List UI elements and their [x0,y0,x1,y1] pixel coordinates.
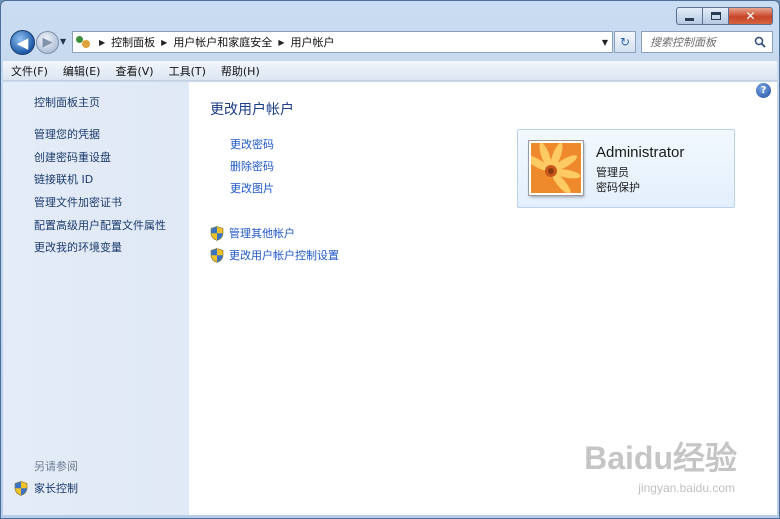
change-password-link[interactable]: 更改密码 [230,136,274,152]
uac-shield-icon [210,225,224,241]
breadcrumb-user-accounts-family-safety[interactable]: 用户帐户和家庭安全 [173,34,272,50]
sidebar-advanced-profile-properties[interactable]: 配置高级用户配置文件属性 [34,217,166,233]
parental-controls-link[interactable]: 家长控制 [14,480,78,496]
address-dropdown-icon[interactable]: ▼ [602,38,608,47]
recent-pages-dropdown-icon[interactable]: ▼ [60,37,66,46]
sidebar-create-reset-disk[interactable]: 创建密码重设盘 [34,149,111,165]
watermark-brand: Baidu经验 [584,440,737,476]
menu-file[interactable]: 文件(F) [3,63,55,79]
control-panel-window: ✕ ◀ ▶ ▼ ▶ 控制面板 ▶ 用户帐户和家庭安全 ▶ 用户帐户 ▼ ↻ 搜索… [0,0,780,519]
account-card: Administrator 管理员 密码保护 [517,129,735,208]
uac-settings-link[interactable]: 更改用户帐户控制设置 [210,247,339,263]
remove-password-link[interactable]: 删除密码 [230,158,274,174]
sidebar-manage-credentials[interactable]: 管理您的凭据 [34,126,100,142]
page-title: 更改用户帐户 [210,102,294,118]
minimize-button[interactable] [676,7,703,25]
caption-buttons: ✕ [676,7,773,25]
parental-controls-label: 家长控制 [34,482,78,495]
watermark-url: jingyan.baidu.com [638,481,735,495]
minimize-icon [685,17,694,21]
maximize-button[interactable] [703,7,729,25]
maximize-icon [710,12,721,20]
change-picture-link[interactable]: 更改图片 [230,180,274,196]
breadcrumb-control-panel[interactable]: 控制面板 [111,34,155,50]
menu-bar: 文件(F) 编辑(E) 查看(V) 工具(T) 帮助(H) [3,61,777,81]
account-role: 管理员 [596,166,629,179]
uac-settings-label: 更改用户帐户控制设置 [229,249,339,262]
back-button[interactable]: ◀ [10,30,35,55]
search-icon[interactable] [754,36,766,48]
sidebar-change-environment-variables[interactable]: 更改我的环境变量 [34,239,122,255]
navigation-bar: ◀ ▶ ▼ ▶ 控制面板 ▶ 用户帐户和家庭安全 ▶ 用户帐户 ▼ ↻ [1,28,779,58]
breadcrumb-user-accounts[interactable]: 用户帐户 [290,34,334,50]
manage-other-accounts-label: 管理其他帐户 [229,227,295,240]
search-box[interactable] [641,31,773,53]
uac-shield-icon [14,480,28,496]
sidebar-link-online-id[interactable]: 链接联机 ID [34,171,93,187]
sidebar-control-panel-home[interactable]: 控制面板主页 [34,94,100,110]
refresh-button[interactable]: ↻ [614,31,636,53]
main-content: ? 更改用户帐户 更改密码 删除密码 更改图片 管理其他帐户 更改用户帐户控制设… [189,82,777,515]
sidebar-manage-encryption-certs[interactable]: 管理文件加密证书 [34,194,122,210]
back-arrow-icon: ◀ [16,33,29,52]
search-input[interactable] [650,35,750,49]
close-icon: ✕ [745,9,756,23]
flower-picture-icon [531,143,581,193]
breadcrumb-separator-icon[interactable]: ▶ [161,38,167,47]
uac-shield-icon [210,247,224,263]
forward-button[interactable]: ▶ [36,31,59,54]
breadcrumb-separator-icon[interactable]: ▶ [99,38,105,47]
menu-help[interactable]: 帮助(H) [213,63,267,79]
address-bar[interactable]: ▶ 控制面板 ▶ 用户帐户和家庭安全 ▶ 用户帐户 ▼ [72,31,613,53]
breadcrumb-separator-icon[interactable]: ▶ [278,38,284,47]
menu-tools[interactable]: 工具(T) [161,63,213,79]
avatar [529,141,583,195]
help-icon[interactable]: ? [756,83,771,98]
forward-arrow-icon: ▶ [42,35,53,50]
see-also-heading: 另请参阅 [34,460,78,473]
refresh-icon: ↻ [619,35,631,49]
account-name: Administrator [596,144,685,161]
menu-view[interactable]: 查看(V) [107,63,160,79]
task-sidebar: 控制面板主页 管理您的凭据 创建密码重设盘 链接联机 ID 管理文件加密证书 配… [3,82,189,515]
control-panel-icon [75,34,93,50]
menu-edit[interactable]: 编辑(E) [55,63,108,79]
manage-other-accounts-link[interactable]: 管理其他帐户 [210,225,295,241]
account-password-status: 密码保护 [596,181,640,194]
close-button[interactable]: ✕ [729,7,773,25]
